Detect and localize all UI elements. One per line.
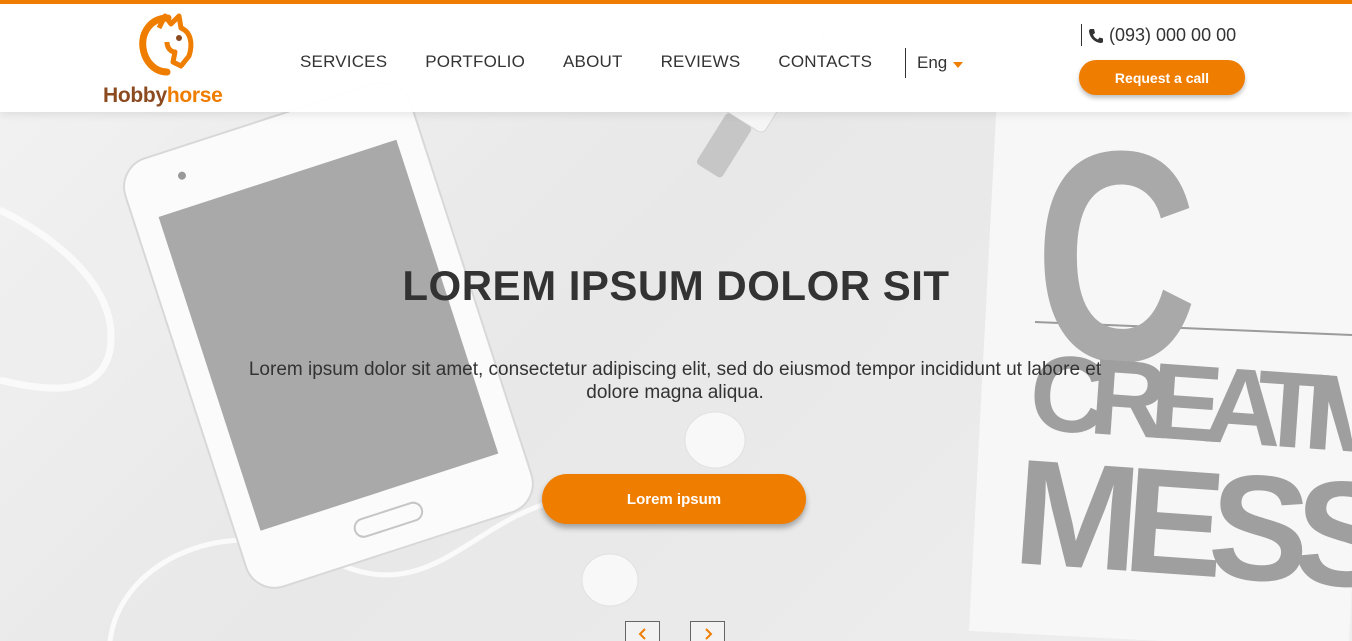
nav-item-portfolio[interactable]: PORTFOLIO [425, 52, 525, 72]
nav-item-about[interactable]: ABOUT [563, 52, 623, 72]
main-nav: SERVICES PORTFOLIO ABOUT REVIEWS CONTACT… [300, 52, 910, 72]
divider [905, 48, 906, 78]
slider-prev-button[interactable] [625, 621, 660, 641]
slider-next-button[interactable] [690, 621, 725, 641]
hero-subtitle: Lorem ipsum dolor sit amet, consectetur … [248, 359, 1102, 403]
logo[interactable]: Hobbyhorse [103, 10, 235, 110]
divider [1081, 24, 1082, 46]
phone-text: (093) 000 00 00 [1109, 25, 1237, 45]
phone-number[interactable]: (093) 000 00 00 [1088, 25, 1236, 46]
brand-name-part2: horse [166, 84, 223, 107]
language-label: Eng [917, 53, 948, 72]
chevron-right-icon [704, 628, 712, 640]
brand-name-part1: Hobby [103, 84, 167, 107]
nav-item-contacts[interactable]: CONTACTS [778, 52, 872, 72]
language-selector[interactable]: Eng [917, 53, 964, 73]
logo-text: Hobbyhorse [103, 84, 223, 108]
phone-icon [1089, 28, 1103, 43]
chevron-down-icon [953, 61, 964, 68]
nav-item-services[interactable]: SERVICES [300, 52, 387, 72]
hero-title: LOREM IPSUM DOLOR SIT [402, 262, 950, 309]
request-call-button[interactable]: Request a call [1079, 60, 1245, 95]
nav-item-reviews[interactable]: REVIEWS [661, 52, 741, 72]
horse-head-icon [139, 13, 194, 76]
hero-cta-button[interactable]: Lorem ipsum [542, 474, 806, 524]
chevron-left-icon [638, 628, 646, 640]
site-header: Hobbyhorse SERVICES PORTFOLIO ABOUT REVI… [0, 0, 1352, 112]
